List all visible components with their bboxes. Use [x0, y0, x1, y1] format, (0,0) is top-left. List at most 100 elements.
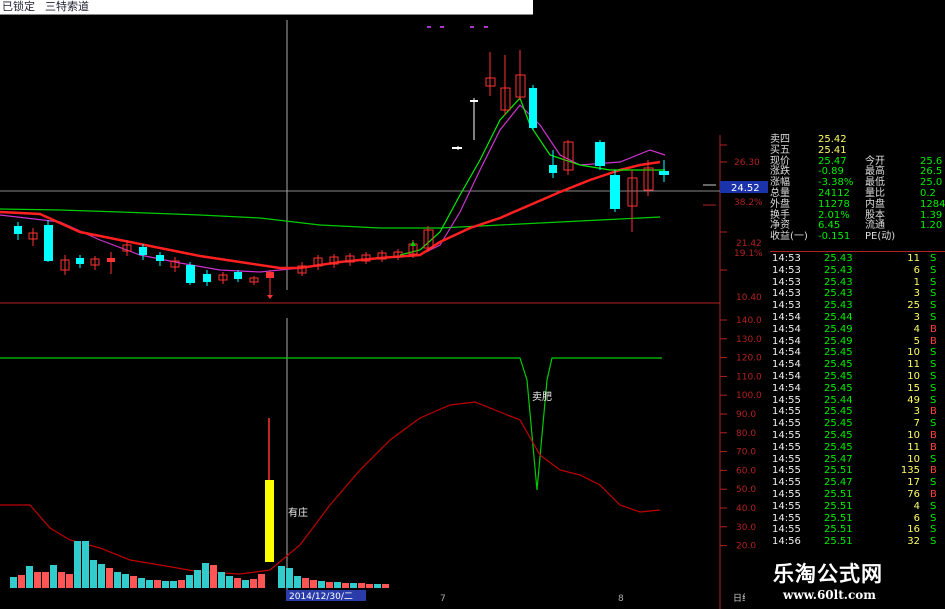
tick-side: S [930, 477, 937, 489]
quote-row: 买五 25.41 [770, 144, 945, 156]
indicator-axis-label: 120.0 [736, 354, 762, 364]
tick-side: S [930, 312, 937, 323]
tick-row: 14:54 25.49 4 B [770, 323, 945, 335]
indicator-axis: 140.0 130.0 120.0 110.0 100.0 90.0 80.0 70.0 60.… [720, 316, 762, 552]
candle [170, 257, 180, 272]
volume-bar [366, 584, 373, 588]
volume-bar [258, 574, 265, 588]
quote-value: 6.45 [818, 220, 841, 232]
quote-value: 1.20 [920, 220, 943, 232]
candle [627, 170, 638, 232]
tick-side: S [930, 371, 937, 382]
price-label: 26.30 [734, 158, 760, 168]
volume-bar [50, 565, 57, 588]
volume-bar [226, 576, 233, 588]
highlight-volume-bar [265, 480, 274, 562]
tick-price: 25.43 [824, 288, 853, 300]
candle [107, 252, 115, 274]
quote-value: 26.5 [920, 166, 943, 178]
volume-bar [106, 568, 113, 588]
candle [76, 255, 84, 268]
ma-red [0, 160, 661, 270]
tick-price: 25.51 [824, 512, 853, 524]
tick-price: 25.51 [824, 465, 853, 477]
tick-row: 14:55 25.44 49 S [770, 394, 945, 406]
volume-bar [326, 582, 333, 588]
tick-row: 14:55 25.51 76 B [770, 490, 945, 500]
quote-label: 卖四 [770, 134, 790, 145]
quote-value: 25.47 [818, 155, 847, 167]
tick-volume: 10 [907, 347, 920, 359]
candle [28, 228, 38, 246]
tick-time: 14:54 [772, 323, 801, 335]
volume-bar [114, 572, 121, 588]
tick-volume: 3 [913, 312, 920, 323]
tick-time: 14:55 [772, 477, 801, 489]
candle [186, 262, 195, 285]
indicator-axis-label: 70.0 [736, 448, 756, 458]
quote-label: 最低 [865, 177, 885, 189]
indicator-axis-label: 100.0 [736, 391, 762, 401]
candle [218, 272, 228, 284]
tick-time: 14:55 [772, 489, 801, 500]
tick-side: B [930, 441, 937, 453]
indicator-axis-label: 30.0 [736, 523, 756, 533]
volume-bar [374, 584, 381, 588]
quote-label: 总量 [770, 188, 790, 199]
volume-bar [250, 579, 257, 588]
tick-time: 14:55 [772, 500, 801, 512]
tick-row: 14:55 25.45 7 S [770, 419, 945, 429]
tick-volume: 15 [907, 382, 920, 394]
tick-time: 14:55 [772, 465, 801, 477]
buy-signal-label: 有庄 [288, 506, 308, 519]
tick-volume: 7 [913, 418, 920, 430]
tick-side: S [930, 264, 937, 276]
kline-chart[interactable]: 26.30 24.52 38.2% 21.42 19.1% 10.40 140.… [0, 14, 770, 609]
candle [249, 276, 259, 285]
tick-time: 14:54 [772, 371, 801, 382]
tick-volume: 16 [907, 524, 920, 536]
tick-volume: 1 [913, 276, 920, 288]
tick-row: 14:56 25.51 32 S [770, 537, 945, 547]
tick-side: S [930, 359, 937, 371]
tick-price: 25.45 [824, 359, 853, 371]
quote-value: 24112 [818, 188, 850, 199]
date-label: 2014/12/30/二 [289, 592, 353, 602]
candle [234, 270, 242, 282]
volume-bar [194, 570, 201, 588]
tick-time: 14:56 [772, 536, 801, 548]
quote-label: 外盘 [770, 198, 790, 210]
lock-status[interactable]: 已锁定 [2, 0, 35, 14]
tick-row: 14:54 25.45 11 S [770, 360, 945, 370]
volume-bar [138, 578, 145, 588]
tick-side: S [930, 394, 937, 406]
candle [659, 160, 669, 182]
tick-price: 25.45 [824, 347, 853, 359]
volume-bar [26, 566, 33, 588]
candle [44, 220, 53, 262]
tick-volume: 11 [907, 441, 920, 453]
candle [595, 140, 605, 170]
indicator-axis-label: 90.0 [736, 410, 756, 420]
volume-bar [318, 581, 325, 588]
quote-value: 25.41 [818, 144, 847, 156]
tick-volume: 6 [913, 512, 920, 524]
quote-value: 2.01% [818, 209, 850, 221]
tick-price: 25.49 [824, 335, 853, 347]
tick-side: S [930, 512, 937, 524]
quote-label: 净资 [770, 220, 790, 232]
candle [329, 254, 339, 268]
tick-side: S [930, 536, 937, 548]
candle [90, 256, 100, 270]
volume-bar [170, 581, 177, 588]
tick-side: B [930, 323, 937, 335]
quote-value: 1.39 [920, 209, 943, 221]
tick-row: 14:53 25.43 25 S [770, 301, 945, 311]
volume-bar [82, 541, 89, 588]
quote-row: 现价 25.47 今开 25.6 [770, 155, 945, 167]
volume-bar [334, 582, 341, 588]
tick-row: 14:53 25.43 1 S [770, 276, 945, 288]
volume-bar [286, 568, 293, 588]
tick-volume: 10 [907, 371, 920, 382]
tick-time: 14:54 [772, 382, 801, 394]
